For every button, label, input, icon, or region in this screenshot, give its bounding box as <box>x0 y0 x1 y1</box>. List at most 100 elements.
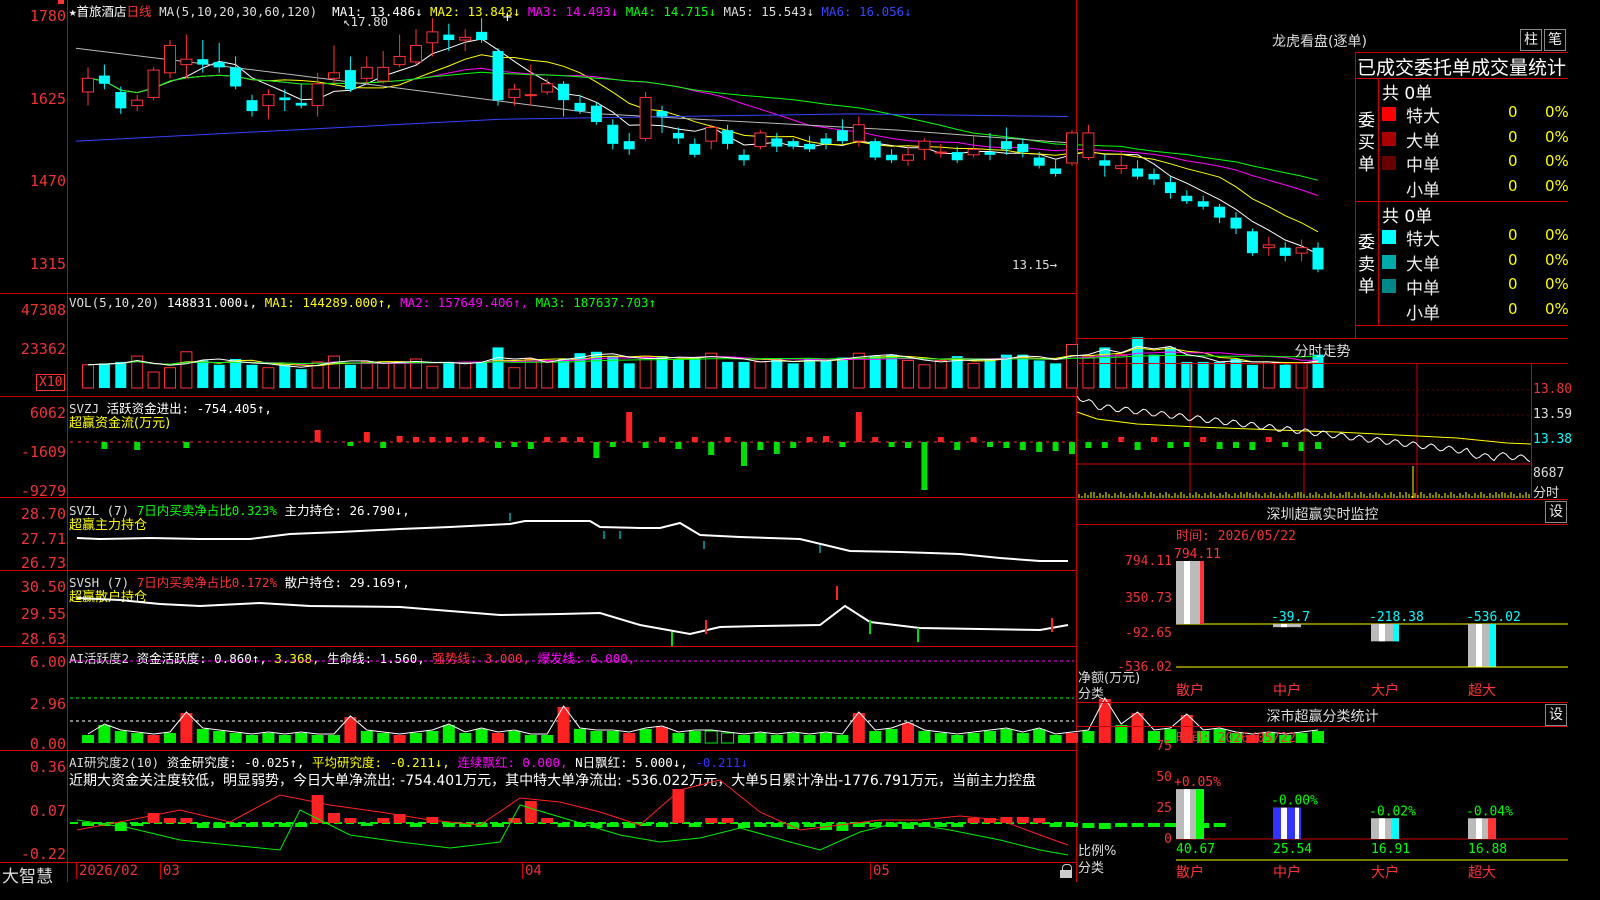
active-bar <box>459 733 472 743</box>
svsh-chart[interactable] <box>0 570 1076 646</box>
active-bar <box>918 731 931 743</box>
research-bar <box>688 823 701 827</box>
active-bar <box>770 735 783 743</box>
volume-bar <box>508 367 521 389</box>
sz-class-chart[interactable]: +0.05% 40.67 散户 -0.00% 25.54 中户 -0.02% 16.91 大户 -… <box>1174 740 1568 881</box>
szm-bar <box>1176 561 1204 624</box>
volume-bar <box>279 364 291 388</box>
price-chart[interactable] <box>0 0 1324 293</box>
lhb-tick-mode-button[interactable]: 笔 <box>1544 29 1566 51</box>
candle <box>492 48 504 106</box>
sell-pct: 0% <box>1545 299 1569 318</box>
volume-bar <box>918 364 931 389</box>
active-bar <box>754 733 767 743</box>
active-bar <box>147 735 160 743</box>
buy-swatch <box>1382 180 1396 195</box>
szc-category: 散户 <box>1176 864 1204 881</box>
research-green-line <box>76 804 1069 856</box>
candle <box>804 135 816 153</box>
volume-bar <box>197 360 209 388</box>
volume-bar <box>377 362 390 389</box>
volume-bar <box>738 361 750 388</box>
research-bar <box>1098 823 1111 829</box>
svzj-bar <box>183 442 190 448</box>
candle <box>230 56 242 90</box>
buy-count: 0 <box>1508 127 1518 146</box>
active-bar <box>869 731 882 743</box>
buy-pct: 0% <box>1545 103 1569 121</box>
sz-monitor-settings-button[interactable]: 设 <box>1545 501 1567 523</box>
svsh-line <box>76 597 1069 636</box>
candle <box>377 50 390 84</box>
volume-bar <box>541 359 554 389</box>
candle <box>1050 160 1062 177</box>
sell-count: 0 <box>1508 275 1518 293</box>
date-label-1: 03 <box>160 863 180 879</box>
volume-bar <box>967 362 980 389</box>
research-bar <box>442 823 455 827</box>
volume-bar <box>82 364 94 389</box>
svzj-bar <box>527 442 534 449</box>
buy-count: 0 <box>1508 152 1518 170</box>
sz-class-settings-button[interactable]: 设 <box>1545 704 1567 726</box>
intraday-chart[interactable] <box>1076 364 1532 498</box>
svzj-bar <box>347 442 354 446</box>
active-bar <box>295 733 308 743</box>
candle <box>410 29 422 65</box>
candle <box>393 34 406 68</box>
svzj-bar <box>708 442 715 455</box>
svzj-bar <box>1052 442 1059 451</box>
active-bar <box>196 729 209 743</box>
brand-label: 大智慧 <box>2 867 53 887</box>
szc-category: 中户 <box>1273 864 1301 881</box>
svzj-bar <box>937 437 944 442</box>
volume-bar <box>820 360 832 388</box>
svzj-bar <box>626 412 633 442</box>
research-bar <box>1016 817 1029 823</box>
research-bar <box>1049 823 1062 827</box>
buy-name: 小单 <box>1406 180 1440 201</box>
active-bar <box>951 735 964 743</box>
svzj-bar <box>577 437 583 442</box>
buy-pct: 0% <box>1545 176 1569 195</box>
svzj-chart[interactable] <box>0 396 1321 497</box>
research-bar <box>262 823 275 827</box>
ai-active-chart[interactable] <box>0 646 1324 750</box>
szm-bar <box>1371 624 1399 642</box>
szc-change: -0.00% <box>1271 794 1318 809</box>
svzl-chart[interactable] <box>0 497 1076 570</box>
active-bar <box>1016 733 1029 743</box>
candle <box>311 72 324 117</box>
research-bar <box>164 818 176 823</box>
candle <box>886 149 898 163</box>
volume-bar <box>558 359 570 388</box>
sell-count: 0 <box>1508 226 1518 244</box>
research-bar <box>1033 818 1046 823</box>
svzj-bar <box>314 430 321 442</box>
intraday-title: 分时走势 <box>1294 344 1351 360</box>
active-bar <box>836 735 849 743</box>
szc-value: 16.91 <box>1371 842 1410 857</box>
sell-row: 特大 0 0% <box>1380 225 1569 250</box>
lhb-bar-mode-button[interactable]: 柱 <box>1520 29 1542 51</box>
volume-bar <box>492 347 504 388</box>
active-bar <box>164 733 176 743</box>
volume-chart[interactable] <box>0 293 1324 396</box>
svzj-bar <box>462 437 469 442</box>
candle <box>787 138 799 150</box>
buy-row: 大单 0 0% <box>1380 127 1569 152</box>
szm-category: 中户 <box>1273 682 1301 699</box>
svzj-bar <box>839 442 846 447</box>
svzj-bar <box>659 437 665 442</box>
candle <box>541 78 554 95</box>
szc-value: 25.54 <box>1273 842 1312 857</box>
svzj-bar <box>773 442 780 454</box>
research-bar <box>1131 823 1144 827</box>
sz-monitor-chart[interactable]: 794.11 散户 -39.7 中户 -218.38 大户 -536.02 超大 <box>1174 545 1568 699</box>
volume-bar <box>1017 354 1029 388</box>
candle <box>476 18 488 43</box>
volume-bar <box>328 355 340 389</box>
ai-research-chart[interactable] <box>0 750 1226 862</box>
research-bar <box>770 823 783 827</box>
svzj-bar <box>363 432 370 442</box>
